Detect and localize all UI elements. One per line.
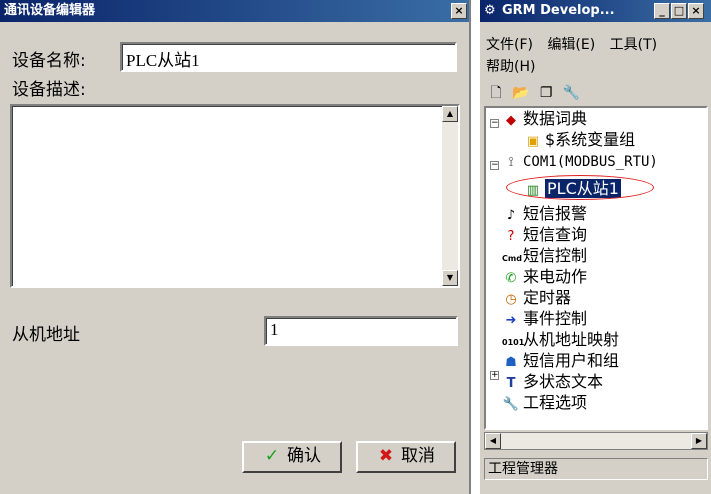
collapse-com1-icon[interactable]: −	[490, 161, 499, 170]
toolbar: 🗋 📂 ❐ 🔧	[486, 82, 581, 104]
tree-node-timer[interactable]: ◷ 定时器	[502, 287, 571, 308]
plug-icon: ⟟	[508, 155, 514, 170]
tree-node-sms-query[interactable]: ? 短信查询	[502, 224, 587, 245]
open-folder-icon[interactable]: 📂	[511, 85, 531, 101]
menu-help[interactable]: 帮助(H)	[486, 59, 535, 75]
dialog-titlebar: 通讯设备编辑器	[0, 0, 469, 22]
wrench-icon: 🔧	[502, 397, 520, 412]
project-manager-window: GRM Develop... ⚙ _ □ × 文件(F) 编辑(E) 工具(T)…	[478, 0, 711, 494]
scroll-right-icon[interactable]: ▶	[691, 433, 707, 449]
x-icon: ✖	[378, 446, 394, 466]
event-icon: ➜	[505, 313, 517, 328]
dialog-title: 通讯设备编辑器	[4, 3, 96, 18]
folder-icon: ▣	[526, 134, 540, 149]
device-editor-dialog: 通讯设备编辑器 × 设备名称: PLC从站1 设备描述: ▲ ▼ 从机地址 1 …	[0, 0, 471, 494]
expand-users-icon[interactable]: +	[490, 371, 499, 380]
menu-bar: 文件(F) 编辑(E) 工具(T)	[486, 34, 667, 54]
wrench-icon[interactable]: 🔧	[561, 85, 581, 101]
tree-node-system-vars[interactable]: ▣ $系统变量组	[524, 129, 635, 150]
status-text: 工程管理器	[488, 461, 558, 477]
collapse-dictionary-icon[interactable]: −	[490, 119, 499, 128]
tree-node-event-control[interactable]: ➜ 事件控制	[502, 308, 587, 329]
tree-node-project-options[interactable]: 🔧 工程选项	[502, 392, 587, 413]
slave-address-input[interactable]: 1	[264, 316, 458, 346]
confirm-button[interactable]: ✓ 确认	[242, 441, 342, 473]
manager-title: GRM Develop...	[502, 3, 615, 18]
highlight-ellipse	[506, 175, 654, 200]
query-icon: ?	[507, 229, 515, 244]
menu-edit[interactable]: 编辑(E)	[547, 37, 595, 53]
status-bar: 工程管理器	[484, 458, 708, 480]
device-desc-label: 设备描述:	[12, 80, 86, 100]
device-name-label: 设备名称:	[12, 51, 86, 71]
tree-node-sms-users[interactable]: ☗ 短信用户和组	[502, 350, 619, 371]
bell-icon: ♪	[506, 208, 516, 223]
project-tree[interactable]: − − + ◆ 数据词典 ▣ $系统变量组 ⟟ COM1(MODBUS_RTU) ▥ P…	[484, 106, 708, 430]
scroll-down-icon[interactable]: ▼	[442, 270, 458, 286]
users-icon: ☗	[505, 355, 517, 370]
cancel-button[interactable]: ✖ 取消	[356, 441, 456, 473]
book-icon: ◆	[506, 113, 516, 128]
menu-file[interactable]: 文件(F)	[486, 37, 533, 53]
tree-node-com1[interactable]: ⟟ COM1(MODBUS_RTU)	[502, 150, 658, 171]
app-gear-icon: ⚙	[484, 3, 496, 18]
check-icon: ✓	[264, 446, 280, 466]
desc-scrollbar[interactable]: ▲ ▼	[442, 106, 458, 286]
tree-node-data-dictionary[interactable]: ◆ 数据词典	[502, 108, 587, 129]
phone-icon: ✆	[505, 271, 517, 286]
scroll-up-icon[interactable]: ▲	[442, 106, 458, 122]
menu-tools[interactable]: 工具(T)	[610, 37, 657, 53]
scroll-left-icon[interactable]: ◀	[485, 433, 501, 449]
device-name-input[interactable]: PLC从站1	[120, 42, 457, 72]
new-file-icon[interactable]: 🗋	[486, 82, 506, 106]
tree-hscrollbar[interactable]: ◀ ▶	[484, 432, 708, 450]
device-desc-textarea[interactable]: ▲ ▼	[10, 104, 460, 288]
text-icon: T	[506, 376, 516, 391]
minimize-button[interactable]: _	[654, 3, 670, 19]
manager-close-button[interactable]: ×	[688, 3, 704, 19]
close-button[interactable]: ×	[451, 3, 467, 19]
tree-node-slave-map[interactable]: 0101从机地址映射	[502, 329, 619, 350]
tree-node-incoming-call[interactable]: ✆ 来电动作	[502, 266, 587, 287]
copy-icon[interactable]: ❐	[536, 85, 556, 101]
menu-bar-row2: 帮助(H)	[486, 56, 545, 76]
clock-icon: ◷	[505, 292, 517, 307]
cancel-label: 取消	[401, 446, 435, 466]
tree-node-multistate-text[interactable]: T 多状态文本	[502, 371, 603, 392]
device-name-value: PLC从站1	[126, 51, 200, 70]
slave-address-label: 从机地址	[12, 325, 80, 345]
maximize-button[interactable]: □	[671, 3, 687, 19]
tree-node-sms-control[interactable]: Cmd短信控制	[502, 245, 587, 266]
slave-address-value: 1	[270, 320, 279, 339]
tree-node-sms-alarm[interactable]: ♪ 短信报警	[502, 203, 587, 224]
confirm-label: 确认	[287, 446, 321, 466]
